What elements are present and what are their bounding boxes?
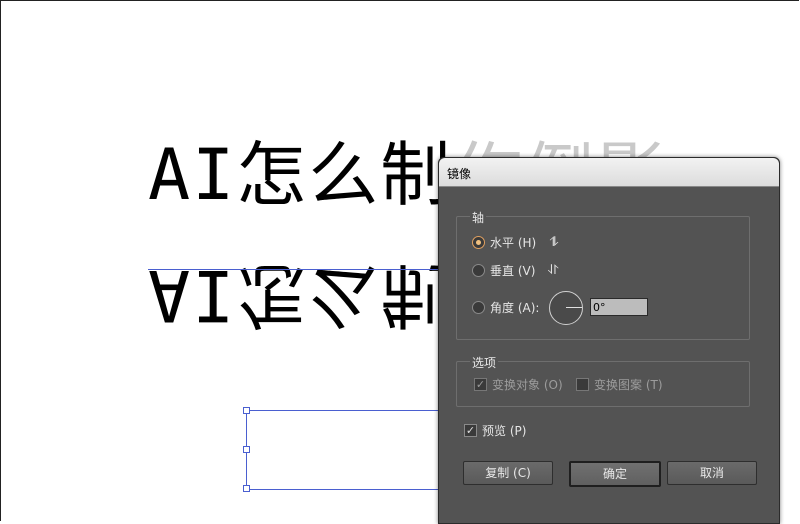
preview-label: 预览 (P) bbox=[482, 424, 527, 438]
horizontal-radio[interactable] bbox=[472, 236, 485, 249]
selection-handle-top-left[interactable] bbox=[243, 407, 250, 414]
horizontal-option[interactable]: 水平 (H) ⥮ bbox=[472, 234, 559, 251]
ok-button[interactable]: 确定 bbox=[569, 461, 661, 487]
horizontal-label: 水平 (H) bbox=[490, 236, 537, 250]
reflection-axis-line bbox=[148, 269, 438, 270]
transform-objects-label: 变换对象 (O) bbox=[492, 378, 563, 392]
angle-dial[interactable] bbox=[549, 291, 583, 325]
angle-input[interactable] bbox=[590, 298, 648, 316]
transform-patterns-option[interactable]: 变换图案 (T) bbox=[576, 376, 663, 393]
axis-group-label: 轴 bbox=[470, 209, 487, 226]
selection-handle-bottom-left[interactable] bbox=[243, 485, 250, 492]
reflect-dialog: 镜像 轴 水平 (H) ⥮ 垂直 (V) ⥯ 角度 (A): 选项 ✓ 变换对象… bbox=[438, 157, 780, 524]
mirrored-text[interactable]: AI怎么制 bbox=[148, 254, 452, 336]
transform-objects-option[interactable]: ✓ 变换对象 (O) bbox=[474, 376, 563, 393]
headline-visible: AI怎么制 bbox=[148, 134, 453, 216]
selection-bounding-box[interactable] bbox=[246, 410, 444, 490]
angle-label: 角度 (A): bbox=[490, 301, 540, 315]
dialog-titlebar[interactable]: 镜像 bbox=[439, 158, 779, 187]
reflect-horizontal-icon: ⥮ bbox=[549, 235, 559, 250]
preview-option[interactable]: ✓ 预览 (P) bbox=[464, 422, 526, 439]
dialog-title: 镜像 bbox=[447, 167, 472, 181]
transform-objects-checkbox[interactable]: ✓ bbox=[474, 378, 487, 391]
options-group-label: 选项 bbox=[470, 354, 499, 371]
cancel-button[interactable]: 取消 bbox=[667, 461, 757, 485]
transform-patterns-checkbox[interactable] bbox=[576, 378, 589, 391]
preview-checkbox[interactable]: ✓ bbox=[464, 424, 477, 437]
copy-button[interactable]: 复制 (C) bbox=[463, 461, 553, 485]
reflect-vertical-icon: ⥯ bbox=[548, 263, 559, 278]
vertical-label: 垂直 (V) bbox=[490, 264, 536, 278]
angle-option[interactable]: 角度 (A): bbox=[472, 299, 539, 316]
angle-radio[interactable] bbox=[472, 301, 485, 314]
mirrored-visible: AI怎么制 bbox=[148, 254, 453, 336]
vertical-option[interactable]: 垂直 (V) ⥯ bbox=[472, 262, 558, 279]
vertical-radio[interactable] bbox=[472, 264, 485, 277]
transform-patterns-label: 变换图案 (T) bbox=[594, 378, 663, 392]
selection-handle-middle-left[interactable] bbox=[243, 446, 250, 453]
